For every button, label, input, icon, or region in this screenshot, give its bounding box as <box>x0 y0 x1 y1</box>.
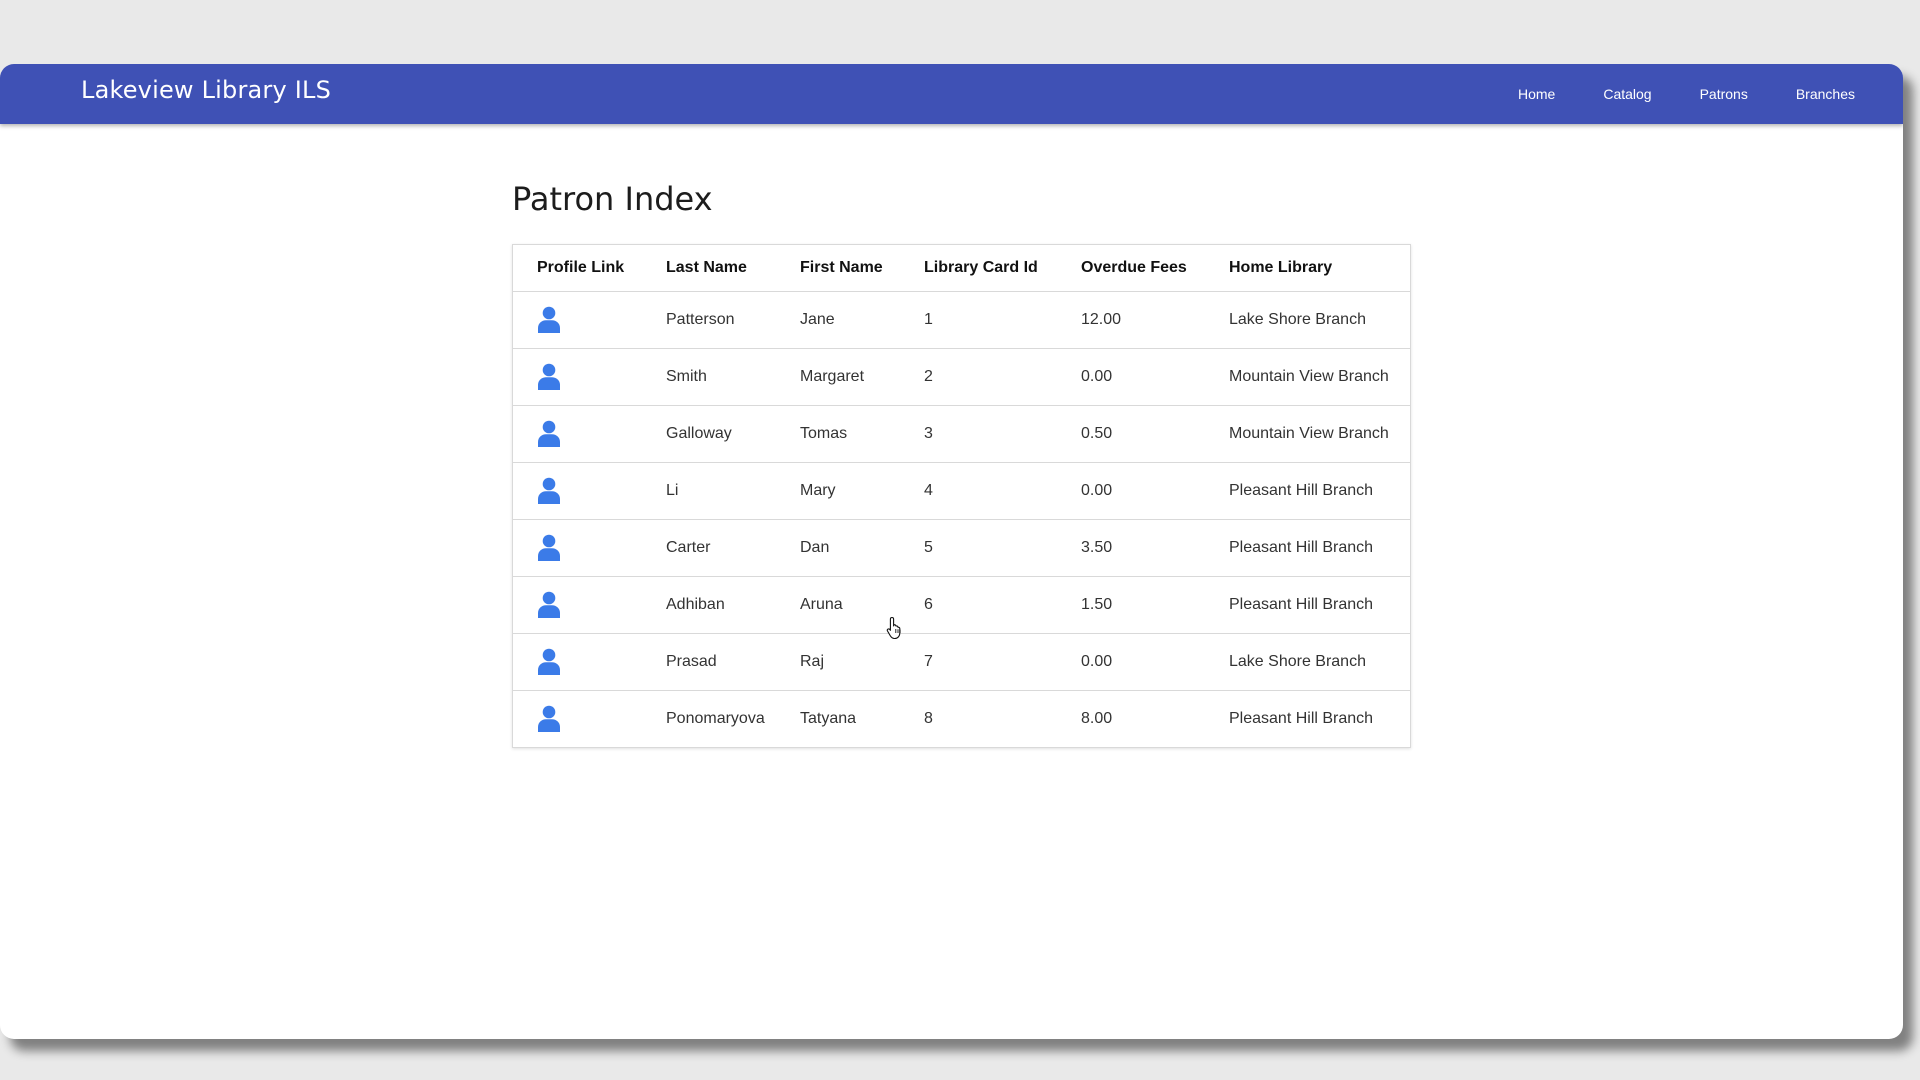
overdue-fees-cell: 3.50 <box>1057 519 1205 577</box>
last-name-cell: Adhiban <box>642 576 776 634</box>
overdue-fees-cell: 0.50 <box>1057 405 1205 463</box>
app-brand[interactable]: Lakeview Library ILS <box>81 76 331 104</box>
patron-table: Profile Link Last Name First Name Librar… <box>513 245 1410 747</box>
profile-link-cell <box>513 519 642 577</box>
last-name-cell: Prasad <box>642 633 776 691</box>
home-library-cell: Mountain View Branch <box>1205 348 1410 406</box>
library-card-id-cell: 4 <box>900 462 1057 520</box>
overdue-fees-cell: 8.00 <box>1081 710 1113 727</box>
table-row: Adhiban Aruna 6 1.50 Pleasant Hill Branch <box>513 576 1410 634</box>
table-row: Patterson Jane 1 12.00 Lake Shore Branch <box>513 291 1410 349</box>
table-row: Ponomaryova Tatyana 8 8.00 Pleasant Hill Bra… <box>513 691 1410 748</box>
nav-home-link[interactable]: Home <box>1518 86 1555 102</box>
home-library-cell: Mountain View Branch <box>1205 405 1410 463</box>
home-library-cell: Pleasant Hill Branch <box>1205 519 1410 577</box>
nav-branches-link[interactable]: Branches <box>1796 86 1855 102</box>
header-home-library: Home Library <box>1205 245 1410 292</box>
nav-patrons-link[interactable]: Patrons <box>1700 86 1748 102</box>
home-library-cell: Pleasant Hill Branch <box>1205 462 1410 520</box>
overdue-fees-cell: 12.00 <box>1057 291 1205 349</box>
profile-link-cell <box>513 633 642 691</box>
table-body: Patterson Jane 1 12.00 Lake Shore Branch Smit… <box>513 291 1410 748</box>
overdue-fees-cell: 0.00 <box>1057 462 1205 520</box>
header-first-name: First Name <box>776 245 900 292</box>
table-row: Smith Margaret 2 0.00 Mountain View Branch <box>513 348 1410 406</box>
library-card-id-cell: 1 <box>900 291 1057 349</box>
user-icon[interactable] <box>537 534 561 562</box>
overdue-fees-cell: 0.00 <box>1057 633 1205 691</box>
table-row: Prasad Raj 7 0.00 Lake Shore Branch <box>513 633 1410 691</box>
library-card-id-cell: 3 <box>900 405 1057 463</box>
user-icon[interactable] <box>537 363 561 391</box>
user-icon[interactable] <box>537 477 561 505</box>
header-overdue-fees: Overdue Fees <box>1057 245 1205 292</box>
last-name-cell: Li <box>642 462 776 520</box>
first-name-cell: Aruna <box>776 576 900 634</box>
first-name-cell: Mary <box>776 462 900 520</box>
library-card-id-cell: 8 <box>924 710 933 727</box>
last-name-cell: Ponomaryova <box>666 710 765 727</box>
library-card-id-cell: 7 <box>900 633 1057 691</box>
nav-catalog-link[interactable]: Catalog <box>1603 86 1651 102</box>
header-library-card-id: Library Card Id <box>900 245 1057 292</box>
user-icon[interactable] <box>537 591 561 619</box>
header-last-name: Last Name <box>642 245 776 292</box>
user-icon[interactable] <box>537 648 561 676</box>
nav-links: Home Catalog Patrons Branches <box>1470 64 1855 124</box>
first-name-cell: Dan <box>776 519 900 577</box>
patron-table-card: Profile Link Last Name First Name Librar… <box>512 244 1411 748</box>
first-name-cell: Tatyana <box>800 710 857 727</box>
profile-link-cell <box>513 691 642 748</box>
library-card-id-cell: 2 <box>900 348 1057 406</box>
overdue-fees-cell: 1.50 <box>1057 576 1205 634</box>
home-library-cell: Pleasant Hill Branch <box>1205 576 1410 634</box>
profile-link-cell <box>513 462 642 520</box>
page-title: Patron Index <box>512 180 713 218</box>
overdue-fees-cell: 0.00 <box>1057 348 1205 406</box>
table-row: Carter Dan 5 3.50 Pleasant Hill Branch <box>513 519 1410 577</box>
hand-pointer-icon <box>886 616 901 640</box>
library-card-id-cell: 6 <box>900 576 1057 634</box>
last-name-cell: Carter <box>642 519 776 577</box>
table-row: Li Mary 4 0.00 Pleasant Hill Branch <box>513 462 1410 520</box>
user-icon[interactable] <box>537 420 561 448</box>
profile-link-cell <box>513 576 642 634</box>
browser-window: Lakeview Library ILS Home Catalog Patron… <box>0 64 1903 1039</box>
profile-link-cell <box>513 348 642 406</box>
user-icon[interactable] <box>537 306 561 334</box>
table-row: Galloway Tomas 3 0.50 Mountain View Branch <box>513 405 1410 463</box>
first-name-cell: Tomas <box>776 405 900 463</box>
top-navbar: Lakeview Library ILS Home Catalog Patron… <box>0 64 1903 124</box>
home-library-cell: Lake Shore Branch <box>1205 633 1410 691</box>
profile-link-cell <box>513 405 642 463</box>
first-name-cell: Jane <box>776 291 900 349</box>
first-name-cell: Margaret <box>776 348 900 406</box>
library-card-id-cell: 5 <box>900 519 1057 577</box>
home-library-cell: Pleasant Hill Branch <box>1229 710 1374 727</box>
home-library-cell: Lake Shore Branch <box>1205 291 1410 349</box>
last-name-cell: Smith <box>642 348 776 406</box>
table-header-row: Profile Link Last Name First Name Librar… <box>513 245 1410 292</box>
user-icon[interactable] <box>537 705 561 733</box>
profile-link-cell <box>513 291 642 349</box>
last-name-cell: Galloway <box>642 405 776 463</box>
header-profile-link: Profile Link <box>513 245 642 292</box>
first-name-cell: Raj <box>776 633 900 691</box>
last-name-cell: Patterson <box>642 291 776 349</box>
